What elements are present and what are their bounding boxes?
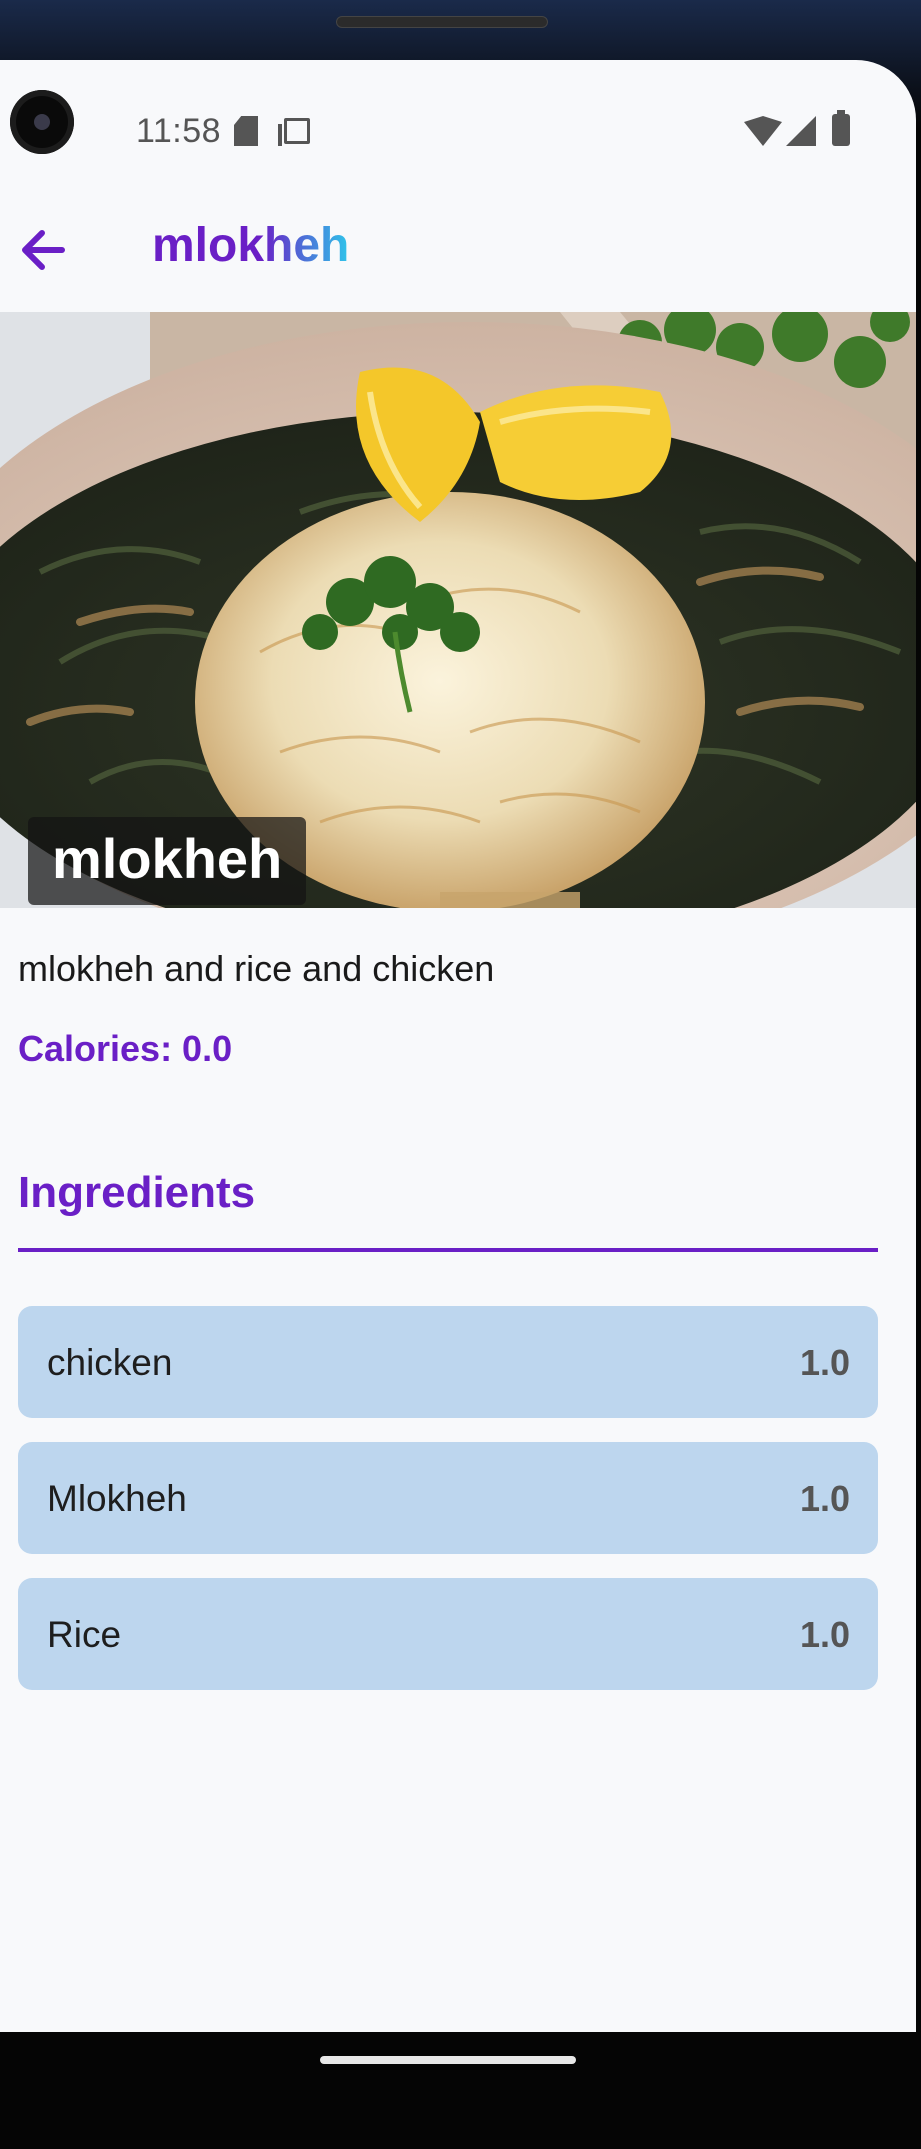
ingredients-list: chicken 1.0 Mlokheh 1.0 Rice 1.0 (18, 1306, 878, 1714)
hero-title: mlokheh (52, 827, 283, 890)
status-time: 11:58 (136, 112, 222, 150)
wifi-icon (744, 116, 782, 146)
calories-label: Calories: 0.0 (18, 1028, 233, 1069)
recipe-description: mlokheh and rice and chicken (18, 948, 495, 989)
battery-icon (832, 110, 850, 146)
ingredient-row[interactable]: chicken 1.0 (18, 1306, 878, 1418)
app-screen: 11:58 mlokheh mlokheh mlokheh and rice a… (0, 60, 916, 2032)
ingredient-row[interactable]: Rice 1.0 (18, 1578, 878, 1690)
ingredient-quantity: 1.0 (799, 1478, 850, 1519)
app-bar-title: mlokheh (152, 219, 350, 272)
phone-frame: 11:58 mlokheh mlokheh mlokheh and rice a… (0, 0, 921, 2149)
ingredient-quantity: 1.0 (799, 1614, 850, 1655)
ingredient-name: Rice (47, 1614, 122, 1655)
signal-icon (786, 116, 816, 146)
hero-title-overlay: mlokheh (28, 817, 307, 905)
home-gesture-bar[interactable] (320, 2056, 576, 2064)
arrow-left-icon (22, 230, 65, 270)
back-button[interactable] (14, 220, 74, 280)
earpiece-speaker (336, 16, 548, 28)
front-camera (10, 90, 74, 154)
ingredient-name: chicken (47, 1342, 173, 1383)
sd-card-icon (234, 116, 258, 146)
recipe-hero-image: mlokheh (0, 312, 916, 908)
ingredient-name: Mlokheh (47, 1478, 187, 1519)
copy-icon (278, 118, 310, 146)
status-bar: 11:58 (0, 60, 916, 160)
ingredients-divider (18, 1248, 878, 1252)
app-bar: mlokheh (0, 180, 916, 310)
ingredients-heading: Ingredients (18, 1168, 256, 1217)
ingredient-quantity: 1.0 (799, 1342, 850, 1383)
ingredient-row[interactable]: Mlokheh 1.0 (18, 1442, 878, 1554)
